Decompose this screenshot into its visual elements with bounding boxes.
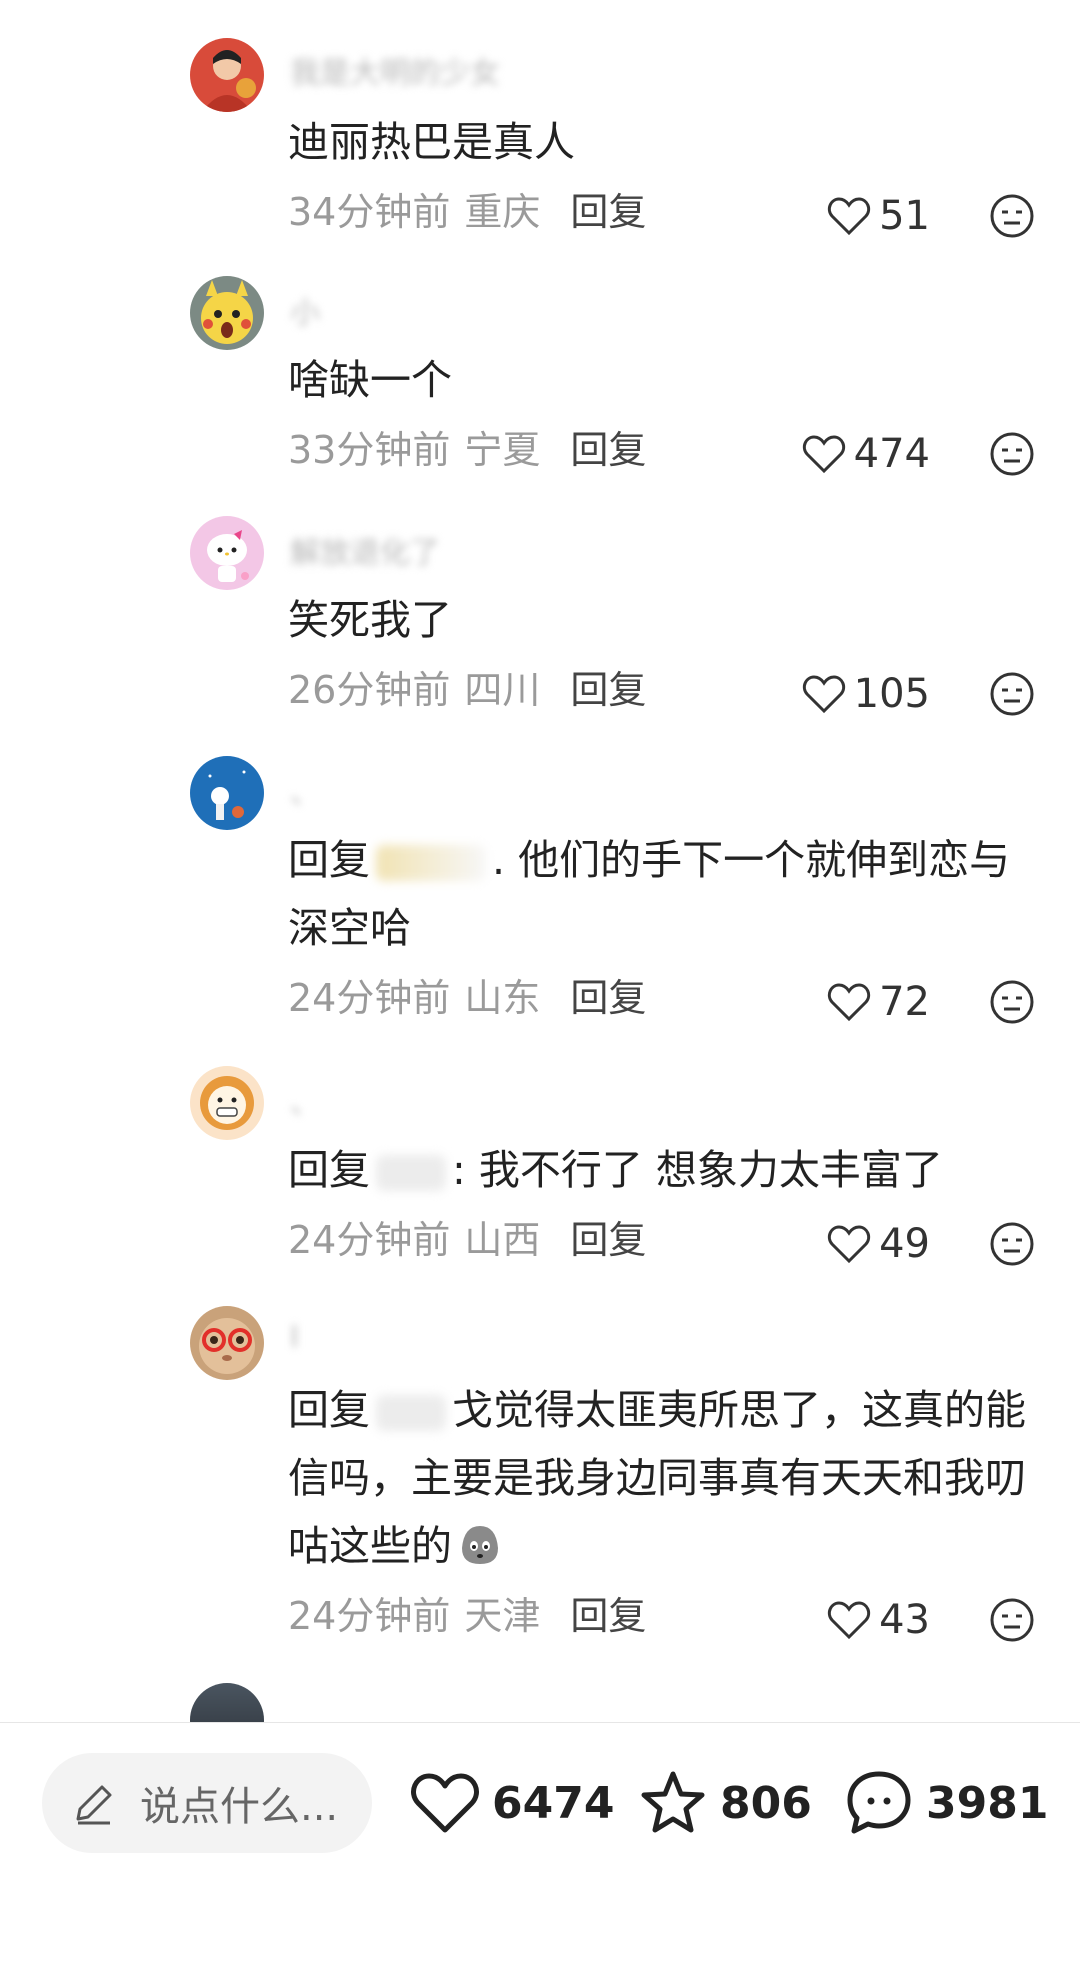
comment-time: 24分钟前 <box>288 976 451 1020</box>
like-button[interactable]: 72 <box>827 972 930 1032</box>
comment-text: 回复. 他们的手下一个就伸到恋与深空哈 <box>288 836 1011 952</box>
username[interactable]: 我是大明的少女 <box>290 48 500 92</box>
avatar[interactable] <box>190 1683 264 1722</box>
comment-meta: 33分钟前 宁夏 回复 <box>288 420 646 480</box>
comment-text: 回复: 我不行了 想象力太丰富了 <box>288 1146 943 1194</box>
mention-redacted[interactable] <box>376 845 486 881</box>
like-count: 6474 <box>492 1777 615 1829</box>
comment-list: 我是大明的少女 迪丽热巴是真人 34分钟前 重庆 回复 51 小 啥缺一个 33分钟… <box>0 0 1080 1722</box>
comment-meta: 34分钟前 重庆 回复 <box>288 182 646 242</box>
comment-meta: 24分钟前 山东 回复 <box>288 968 646 1028</box>
comment-time: 26分钟前 <box>288 668 451 712</box>
comment-text: 回复 戈觉得太匪夷所思了，这真的能信吗，主要是我身边同事真有天天和我叨咕这些的 <box>288 1386 1026 1570</box>
heart-icon <box>828 197 871 236</box>
comment-location: 宁夏 <box>464 428 541 472</box>
heart-icon <box>411 1773 479 1833</box>
dislike-icon[interactable] <box>988 1220 1036 1268</box>
comment-text: 啥缺一个 <box>288 356 452 404</box>
comment-location: 天津 <box>464 1594 541 1638</box>
reply-button[interactable]: 回复 <box>570 668 646 712</box>
reply-button[interactable]: 回复 <box>570 190 646 234</box>
username[interactable]: 、 <box>290 768 320 812</box>
like-count: 474 <box>853 431 930 477</box>
heart-icon <box>828 1225 871 1264</box>
like-count: 49 <box>879 1221 930 1267</box>
pencil-icon <box>76 1785 112 1825</box>
sad-emoji-icon <box>462 1526 498 1564</box>
reply-button[interactable]: 回复 <box>570 1594 646 1638</box>
dislike-icon[interactable] <box>988 192 1036 240</box>
comment-text: 迪丽热巴是真人 <box>288 118 575 166</box>
comment-location: 重庆 <box>464 190 541 234</box>
comment-count: 3981 <box>926 1777 1049 1829</box>
comment-location: 山东 <box>464 976 541 1020</box>
reply-button[interactable]: 回复 <box>570 1218 646 1262</box>
comment-input[interactable]: 说点什么... <box>42 1753 372 1853</box>
comment-location: 四川 <box>464 668 541 712</box>
comment-input-placeholder: 说点什么... <box>140 1784 339 1830</box>
favorite-stat-button[interactable]: 806 <box>638 1753 812 1853</box>
star-icon <box>641 1771 705 1833</box>
avatar[interactable] <box>190 276 264 350</box>
username[interactable]: 小 <box>290 288 320 332</box>
reply-button[interactable]: 回复 <box>570 428 646 472</box>
reply-prefix: 回复 <box>288 1146 370 1194</box>
like-button[interactable]: 51 <box>827 186 930 246</box>
dislike-icon[interactable] <box>988 670 1036 718</box>
reply-button[interactable]: 回复 <box>570 976 646 1020</box>
comment-time: 34分钟前 <box>288 190 451 234</box>
comment-time: 33分钟前 <box>288 428 451 472</box>
like-count: 72 <box>879 979 930 1025</box>
chat-bubble-icon <box>847 1771 911 1834</box>
username[interactable]: I <box>290 1320 299 1355</box>
comment-meta: 24分钟前 山西 回复 <box>288 1210 646 1270</box>
avatar[interactable] <box>190 1306 264 1380</box>
dislike-icon[interactable] <box>988 978 1036 1026</box>
heart-icon <box>828 983 871 1022</box>
avatar[interactable] <box>190 38 264 112</box>
mention-redacted[interactable] <box>376 1395 446 1431</box>
comment-meta: 24分钟前 天津 回复 <box>288 1586 646 1646</box>
dislike-icon[interactable] <box>988 1596 1036 1644</box>
reply-prefix: 回复 <box>288 1386 370 1434</box>
avatar[interactable] <box>190 1066 264 1140</box>
comment-meta: 26分钟前 四川 回复 <box>288 660 646 720</box>
reply-prefix: 回复 <box>288 836 370 884</box>
mention-redacted[interactable] <box>376 1155 446 1191</box>
like-button[interactable]: 43 <box>827 1590 930 1650</box>
username[interactable]: 解放退化了 <box>290 528 440 572</box>
heart-icon <box>802 435 845 474</box>
like-stat-button[interactable]: 6474 <box>410 1753 614 1853</box>
comment-text: 笑死我了 <box>288 596 452 644</box>
favorite-count: 806 <box>720 1777 812 1829</box>
comment-stat-button[interactable]: 3981 <box>844 1753 1048 1853</box>
like-button[interactable]: 49 <box>827 1214 930 1274</box>
avatar[interactable] <box>190 756 264 830</box>
heart-icon <box>802 675 845 714</box>
like-count: 51 <box>879 193 930 239</box>
comment-time: 24分钟前 <box>288 1218 451 1262</box>
like-count: 43 <box>879 1597 930 1643</box>
dislike-icon[interactable] <box>988 430 1036 478</box>
avatar[interactable] <box>190 516 264 590</box>
comment-location: 山西 <box>464 1218 541 1262</box>
username[interactable]: 、 <box>290 1078 320 1122</box>
bottom-action-bar: 说点什么... 6474 806 3981 <box>0 1723 1080 1973</box>
heart-icon <box>828 1601 871 1640</box>
like-count: 105 <box>853 671 930 717</box>
like-button[interactable]: 474 <box>802 424 930 484</box>
comment-time: 24分钟前 <box>288 1594 451 1638</box>
like-button[interactable]: 105 <box>802 664 930 724</box>
